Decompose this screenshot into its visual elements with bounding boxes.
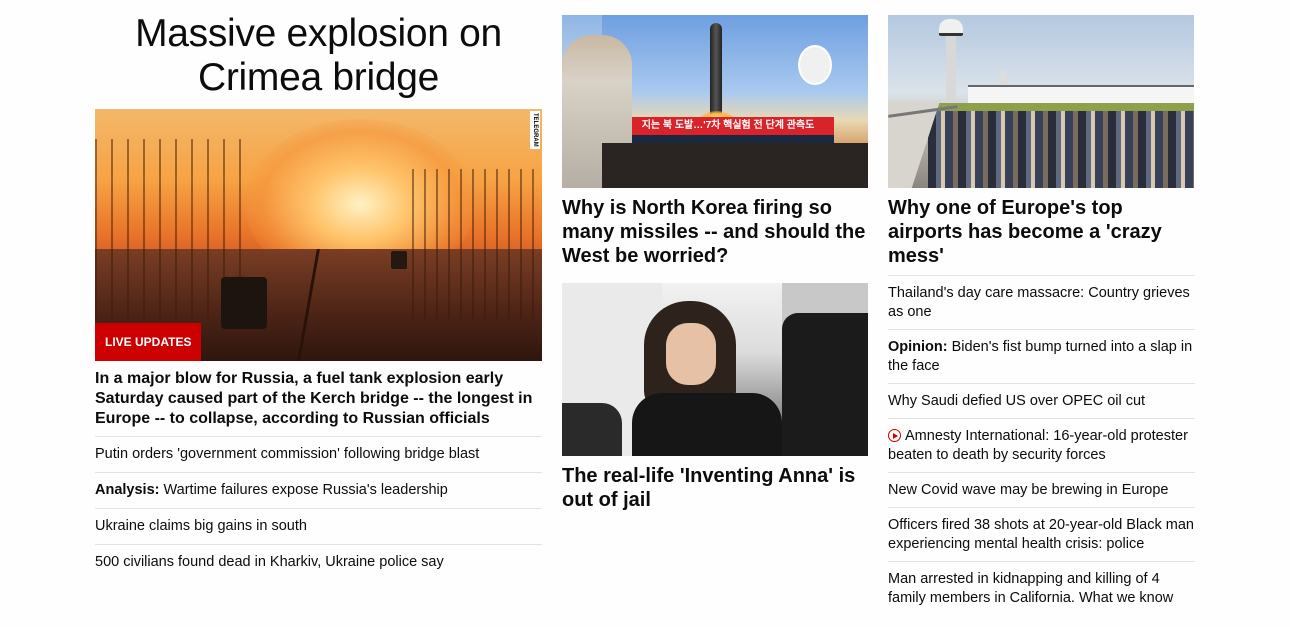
right-headline-list: Thailand's day care massacre: Country gr… <box>888 275 1195 615</box>
north-korea-missile-image[interactable]: 지는 북 도발…'7차 핵실험 전 단계 관측도 <box>562 15 868 188</box>
waiting-crowd <box>928 111 1194 188</box>
headline-link-text: Man arrested in kidnapping and killing o… <box>888 571 1174 606</box>
viewer-heads <box>602 143 868 188</box>
anchor-inset <box>798 45 832 85</box>
headline-link-text: Amnesty International: 16-year-old prote… <box>888 428 1188 463</box>
woman-body <box>632 393 782 456</box>
headline-link[interactable]: Officers fired 38 shots at 20-year-old B… <box>888 507 1195 561</box>
inventing-anna-headline[interactable]: The real-life 'Inventing Anna' is out of… <box>562 464 868 512</box>
inventing-anna-image[interactable] <box>562 283 868 456</box>
lead-summary-link[interactable]: In a major blow for Russia, a fuel tank … <box>95 369 542 429</box>
control-tower-cab <box>939 19 963 36</box>
headline-link[interactable]: New Covid wave may be brewing in Europe <box>888 472 1195 507</box>
court-officer <box>782 313 868 456</box>
headline-link[interactable]: Amnesty International: 16-year-old prote… <box>888 418 1195 472</box>
headline-link-text: New Covid wave may be brewing in Europe <box>888 482 1169 498</box>
live-updates-badge: LIVE UPDATES <box>95 323 202 361</box>
headline-link-text: Thailand's day care massacre: Country gr… <box>888 285 1190 320</box>
lead-hero-image[interactable]: TELEGRAM LIVE UPDATES <box>95 109 542 361</box>
tv-news-banner: 지는 북 도발…'7차 핵실험 전 단계 관측도 <box>622 117 834 135</box>
missile-shape <box>710 23 722 119</box>
link-prefix-analysis: Analysis: <box>95 482 160 498</box>
truck-silhouette <box>221 277 267 329</box>
airport-headline[interactable]: Why one of Europe's top airports has bec… <box>888 196 1195 268</box>
story-card-airport: Why one of Europe's top airports has bec… <box>888 15 1195 268</box>
woman-face <box>666 323 716 385</box>
related-link-text: 500 civilians found dead in Kharkiv, Ukr… <box>95 554 444 570</box>
related-link[interactable]: Analysis: Wartime failures expose Russia… <box>95 472 542 508</box>
lead-related-links: Putin orders 'government commission' fol… <box>95 436 542 580</box>
bridge-rail-right <box>412 169 542 319</box>
truck-silhouette-far <box>391 251 407 269</box>
headline-link[interactable]: Opinion: Biden's fist bump turned into a… <box>888 329 1195 383</box>
headline-link[interactable]: Man arrested in kidnapping and killing o… <box>888 561 1195 615</box>
middle-stories-column: 지는 북 도발…'7차 핵실험 전 단계 관측도 Why is North Ko… <box>562 15 868 512</box>
related-link-text: Ukraine claims big gains in south <box>95 518 307 534</box>
headline-link-text: Why Saudi defied US over OPEC oil cut <box>888 393 1146 409</box>
related-link[interactable]: 500 civilians found dead in Kharkiv, Ukr… <box>95 544 542 580</box>
related-link-text: Wartime failures expose Russia's leaders… <box>159 482 448 498</box>
headline-link-text: Officers fired 38 shots at 20-year-old B… <box>888 517 1194 552</box>
story-card-inventing-anna: The real-life 'Inventing Anna' is out of… <box>562 283 868 512</box>
control-tower <box>946 25 956 103</box>
related-link-text: Putin orders 'government commission' fol… <box>95 446 480 462</box>
story-card-north-korea: 지는 북 도발…'7차 핵실험 전 단계 관측도 Why is North Ko… <box>562 15 868 268</box>
related-link[interactable]: Ukraine claims big gains in south <box>95 508 542 544</box>
lead-headline[interactable]: Massive explosion on Crimea bridge <box>95 12 542 100</box>
lead-story-column: Massive explosion on Crimea bridge TELEG… <box>95 12 542 580</box>
court-officer-left <box>562 403 622 456</box>
airport-crowd-image[interactable] <box>888 15 1194 188</box>
headline-link[interactable]: Why Saudi defied US over OPEC oil cut <box>888 383 1195 418</box>
telegram-watermark: TELEGRAM <box>530 111 540 149</box>
headline-link[interactable]: Thailand's day care massacre: Country gr… <box>888 275 1195 329</box>
related-link[interactable]: Putin orders 'government commission' fol… <box>95 436 542 472</box>
link-prefix-opinion: Opinion: <box>888 339 948 355</box>
video-play-icon <box>888 429 901 442</box>
right-stories-column: Why one of Europe's top airports has bec… <box>888 15 1195 615</box>
north-korea-headline[interactable]: Why is North Korea firing so many missil… <box>562 196 868 268</box>
